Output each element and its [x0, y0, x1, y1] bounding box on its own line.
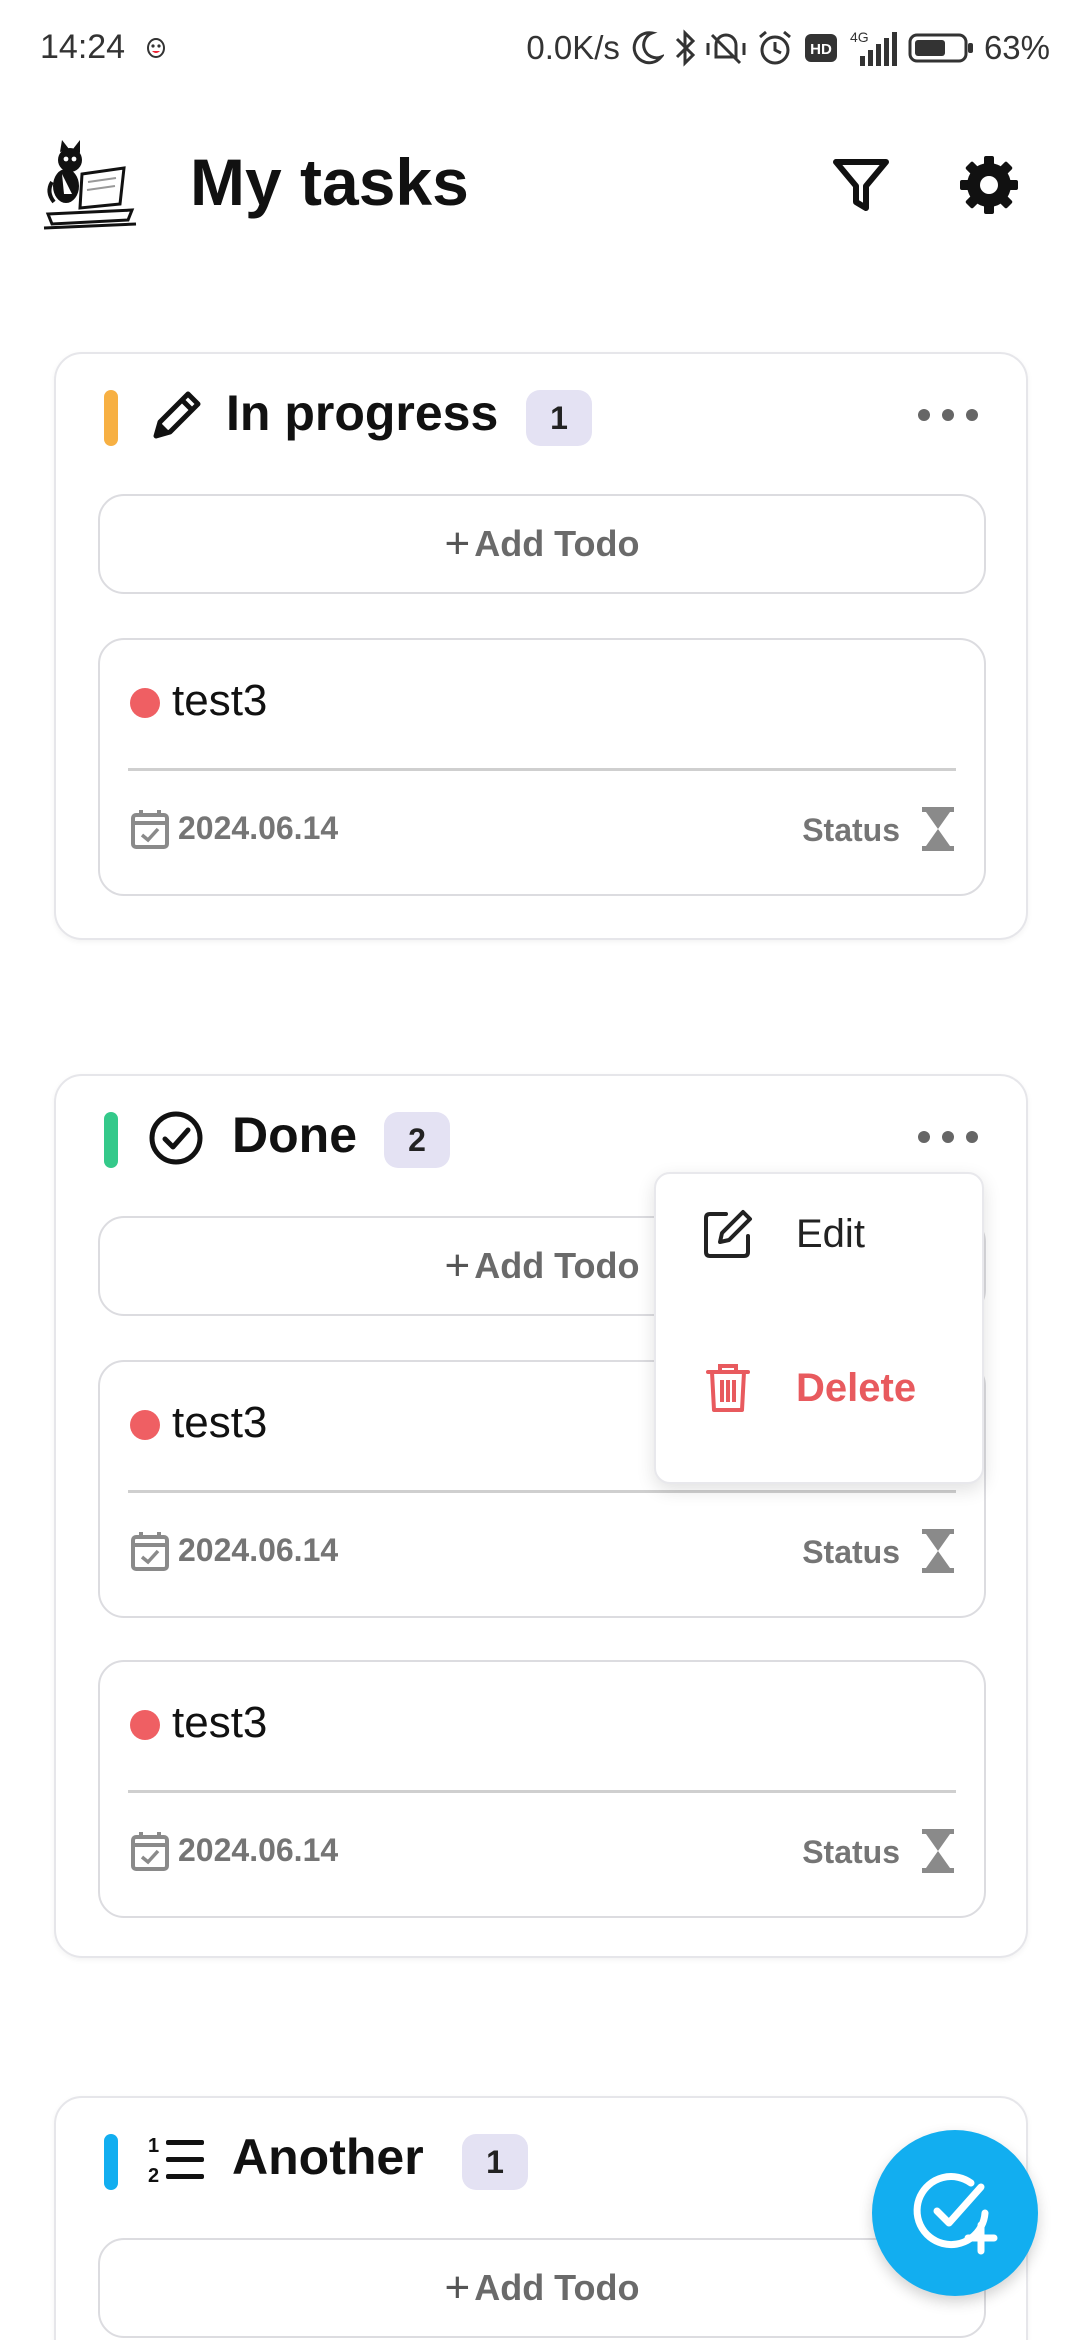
bluetooth-icon: [675, 29, 696, 67]
add-todo-button[interactable]: + Add Todo: [98, 2238, 986, 2338]
group-header: In progress 1: [56, 354, 1026, 484]
todo-date: 2024.06.14: [178, 1532, 339, 1568]
todo-date: 2024.06.14: [178, 1832, 339, 1868]
group-count-badge: 1: [526, 390, 592, 446]
vibrate-off-icon: [706, 33, 746, 65]
svg-text:2: 2: [148, 2165, 159, 2187]
hd-icon: HD: [804, 34, 837, 62]
priority-dot: [130, 1410, 160, 1440]
add-todo-button[interactable]: + Add Todo: [98, 494, 986, 594]
check-circle-icon: [149, 1111, 203, 1165]
pencil-icon: [153, 391, 201, 439]
add-task-fab[interactable]: [872, 2130, 1038, 2296]
filter-icon[interactable]: [830, 154, 892, 216]
hourglass-icon[interactable]: [920, 806, 956, 852]
priority-dot: [130, 1710, 160, 1740]
signal-icon: 4G: [850, 29, 897, 66]
todo-status-label: Status: [802, 1534, 900, 1570]
notification-icon: [147, 38, 165, 58]
more-options-button[interactable]: [918, 400, 978, 430]
group-accent-bar: [104, 2134, 118, 2190]
group-context-menu: Edit Delete: [654, 1172, 984, 1484]
divider: [128, 1790, 956, 1793]
group-title: Done: [232, 1107, 357, 1163]
calendar-check-icon: [131, 1832, 169, 1871]
cat-logo-icon: [43, 140, 137, 230]
todo-name: test3: [172, 1398, 268, 1447]
todo-name: test3: [172, 1698, 268, 1747]
todo-status-label: Status: [802, 1834, 900, 1870]
add-todo-label: Add Todo: [474, 523, 640, 564]
group-count-badge: 1: [462, 2134, 528, 2190]
calendar-check-icon: [131, 1532, 169, 1571]
calendar-check-icon: [131, 810, 169, 849]
svg-text:4G: 4G: [850, 29, 869, 45]
more-options-button[interactable]: [918, 1122, 978, 1152]
plus-icon: +: [444, 519, 471, 568]
group-accent-bar: [104, 1112, 118, 1168]
todo-item[interactable]: test3 2024.06.14 Status: [98, 638, 986, 896]
status-icons: 0.0K/s HD 4G 63%: [526, 26, 1050, 70]
plus-icon: +: [444, 2263, 471, 2312]
menu-item-edit[interactable]: Edit: [656, 1174, 982, 1294]
app-header: My tasks: [0, 130, 1080, 240]
add-todo-label: Add Todo: [474, 1245, 640, 1286]
svg-text:HD: HD: [810, 41, 832, 58]
hourglass-icon[interactable]: [920, 1528, 956, 1574]
hourglass-icon[interactable]: [920, 1828, 956, 1874]
todo-status-label: Status: [802, 812, 900, 848]
alarm-icon: [758, 30, 791, 65]
todo-date: 2024.06.14: [178, 810, 339, 846]
group-title: In progress: [226, 385, 499, 441]
group-accent-bar: [104, 390, 118, 446]
divider: [128, 1490, 956, 1493]
todo-name: test3: [172, 676, 268, 725]
page-title: My tasks: [190, 145, 469, 219]
priority-dot: [130, 688, 160, 718]
plus-icon: +: [444, 1241, 471, 1290]
numbered-list-icon: 1 2: [148, 2135, 204, 2187]
status-bar: 14:24 0.0K/s HD 4G 63%: [0, 0, 1080, 100]
add-todo-label: Add Todo: [474, 2267, 640, 2308]
menu-item-delete-label: Delete: [796, 1366, 917, 1410]
svg-text:1: 1: [148, 2135, 159, 2157]
menu-item-edit-label: Edit: [796, 1212, 865, 1256]
divider: [128, 768, 956, 771]
menu-item-delete[interactable]: Delete: [656, 1328, 982, 1448]
battery-icon: [908, 33, 973, 63]
todo-item[interactable]: test3 2024.06.14 Status: [98, 1660, 986, 1918]
group-title: Another: [232, 2129, 424, 2185]
trash-icon: [706, 1364, 750, 1412]
group-card-in-progress: In progress 1 + Add Todo test3 2024.06.1…: [54, 352, 1028, 940]
network-speed: 0.0K/s: [526, 29, 620, 66]
group-count-badge: 2: [384, 1112, 450, 1168]
battery-percent: 63%: [983, 29, 1050, 66]
add-task-icon: [913, 2173, 998, 2255]
moon-icon: [632, 31, 664, 65]
edit-icon: [704, 1210, 752, 1258]
gear-icon[interactable]: [958, 154, 1020, 216]
status-time: 14:24: [40, 28, 126, 66]
